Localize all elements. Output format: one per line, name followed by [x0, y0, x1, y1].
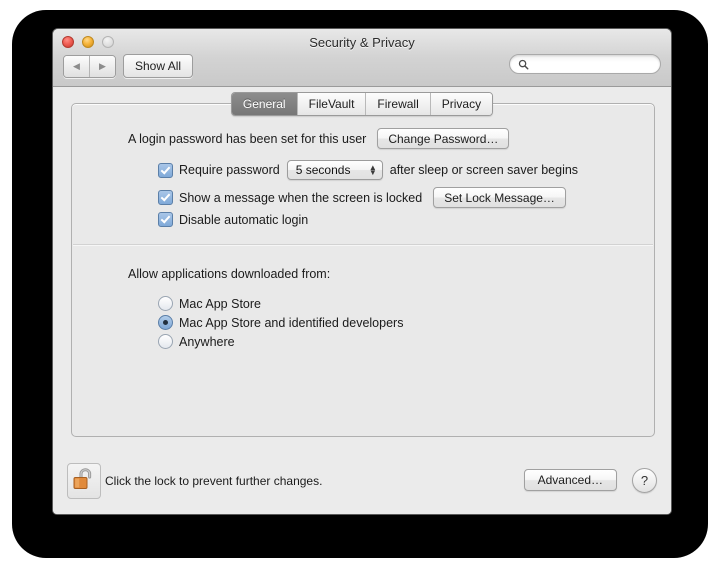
security-privacy-window: Security & Privacy ◀ ▶ Show All General … — [52, 28, 672, 515]
set-lock-message-button[interactable]: Set Lock Message… — [433, 187, 566, 208]
show-all-button[interactable]: Show All — [123, 54, 194, 78]
radio-anywhere[interactable] — [158, 334, 173, 349]
search-input[interactable] — [533, 58, 648, 70]
search-field[interactable] — [509, 54, 661, 74]
lock-button[interactable] — [67, 463, 101, 499]
general-settings-panel: A login password has been set for this u… — [71, 103, 655, 437]
show-lock-message-label: Show a message when the screen is locked — [179, 190, 423, 205]
show-lock-message-checkbox[interactable] — [158, 190, 173, 205]
allow-apps-heading: Allow applications downloaded from: — [128, 267, 331, 281]
require-password-row: Require password 5 seconds ▲ ▼ after slee… — [158, 160, 578, 180]
disable-automatic-login-checkbox[interactable] — [158, 212, 173, 227]
radio-mac-app-store[interactable] — [158, 296, 173, 311]
radio-label-identified-developers: Mac App Store and identified developers — [179, 315, 404, 330]
open-padlock-icon — [73, 468, 92, 489]
window-body: General FileVault Firewall Privacy A log… — [53, 87, 671, 514]
navigation-segmented-control[interactable]: ◀ ▶ — [63, 55, 116, 78]
window-footer: Click the lock to prevent further change… — [53, 457, 671, 514]
tab-bar: General FileVault Firewall Privacy — [53, 92, 671, 116]
radio-row-mac-app-store[interactable]: Mac App Store — [158, 296, 403, 311]
window-titlebar: Security & Privacy ◀ ▶ Show All — [53, 29, 671, 87]
search-icon — [518, 59, 529, 69]
tab-privacy[interactable]: Privacy — [429, 93, 493, 115]
radio-row-identified-developers[interactable]: Mac App Store and identified developers — [158, 315, 403, 330]
radio-label-anywhere: Anywhere — [179, 334, 235, 349]
login-password-text: A login password has been set for this u… — [128, 131, 367, 146]
tab-firewall[interactable]: Firewall — [365, 93, 430, 115]
require-password-label: Require password — [179, 163, 280, 177]
login-password-row: A login password has been set for this u… — [128, 128, 510, 149]
tab-filevault[interactable]: FileVault — [296, 93, 366, 115]
section-separator — [73, 244, 653, 246]
require-password-interval-popup[interactable]: 5 seconds ▲ ▼ — [286, 160, 383, 180]
back-arrow-icon[interactable]: ◀ — [64, 56, 89, 77]
window-toolbar: ◀ ▶ Show All — [53, 53, 671, 85]
tab-general[interactable]: General — [231, 93, 297, 115]
require-password-checkbox[interactable] — [158, 162, 173, 178]
forward-arrow-icon[interactable]: ▶ — [89, 56, 115, 77]
help-button[interactable]: ? — [632, 468, 657, 493]
require-password-suffix-label: after sleep or screen saver begins — [389, 163, 579, 177]
stepper-arrows-icon: ▲ ▼ — [368, 163, 377, 177]
disable-automatic-login-row: Disable automatic login — [158, 212, 308, 227]
require-password-interval-value: 5 seconds — [295, 163, 351, 177]
disable-automatic-login-label: Disable automatic login — [179, 212, 309, 227]
radio-row-anywhere[interactable]: Anywhere — [158, 334, 403, 349]
change-password-button[interactable]: Change Password… — [377, 128, 510, 149]
radio-identified-developers[interactable] — [158, 315, 173, 330]
radio-label-mac-app-store: Mac App Store — [179, 296, 261, 311]
show-lock-message-row: Show a message when the screen is locked… — [158, 187, 566, 208]
advanced-button[interactable]: Advanced… — [523, 469, 617, 491]
lock-hint-text: Click the lock to prevent further change… — [105, 474, 323, 488]
allow-apps-radio-group: Mac App Store Mac App Store and identifi… — [158, 296, 403, 353]
window-title: Security & Privacy — [309, 35, 415, 50]
